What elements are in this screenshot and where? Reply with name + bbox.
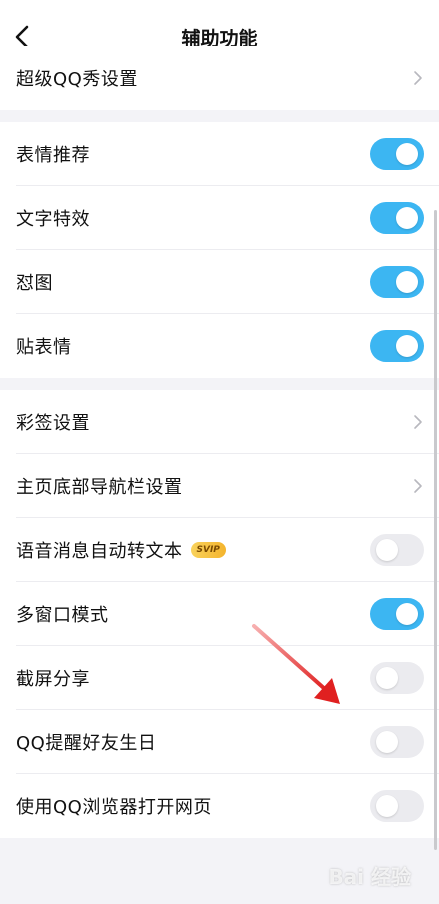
toggle-knob — [396, 603, 418, 625]
toggle-knob — [376, 731, 398, 753]
toggle-knob — [376, 539, 398, 561]
row-label: 怼图 — [16, 273, 53, 294]
multi-window-toggle[interactable] — [370, 598, 424, 630]
row-qq-browser: 使用QQ浏览器打开网页 — [0, 774, 439, 838]
emoji-recommend-toggle[interactable] — [370, 138, 424, 170]
row-color-tag-settings[interactable]: 彩签设置 — [0, 390, 439, 454]
row-label: 文字特效 — [16, 209, 90, 230]
toggle-knob — [376, 795, 398, 817]
duitu-toggle[interactable] — [370, 266, 424, 298]
settings-group-2: 表情推荐 文字特效 怼图 贴表情 — [0, 122, 439, 378]
row-sticker: 贴表情 — [0, 314, 439, 378]
row-label: 使用QQ浏览器打开网页 — [16, 797, 212, 818]
row-screenshot-share: 截屏分享 — [0, 646, 439, 710]
toggle-knob — [376, 667, 398, 689]
chevron-right-icon — [414, 415, 422, 429]
settings-group-1: 超级QQ秀设置 — [0, 46, 439, 110]
toggle-knob — [396, 207, 418, 229]
row-label: 截屏分享 — [16, 669, 90, 690]
row-emoji-recommend: 表情推荐 — [0, 122, 439, 186]
screenshot-share-toggle[interactable] — [370, 662, 424, 694]
text-effects-toggle[interactable] — [370, 202, 424, 234]
sticker-toggle[interactable] — [370, 330, 424, 362]
row-birthday-reminder: QQ提醒好友生日 — [0, 710, 439, 774]
qq-browser-toggle[interactable] — [370, 790, 424, 822]
row-label: 贴表情 — [16, 337, 72, 358]
row-label: QQ提醒好友生日 — [16, 733, 157, 754]
birthday-reminder-toggle[interactable] — [370, 726, 424, 758]
watermark: Bai 经验 — [328, 865, 411, 889]
toggle-knob — [396, 335, 418, 357]
row-super-qq-show[interactable]: 超级QQ秀设置 — [0, 46, 439, 110]
row-label: 语音消息自动转文本 — [16, 541, 183, 562]
row-label: 彩签设置 — [16, 413, 90, 434]
svip-badge: SVIP — [190, 542, 226, 558]
red-arrow-annotation — [252, 624, 340, 704]
row-label: 超级QQ秀设置 — [16, 69, 138, 90]
row-duitu: 怼图 — [0, 250, 439, 314]
scrollbar[interactable] — [434, 210, 437, 850]
toggle-knob — [396, 143, 418, 165]
row-bottom-nav-settings[interactable]: 主页底部导航栏设置 — [0, 454, 439, 518]
chevron-right-icon — [414, 479, 422, 493]
row-label: 多窗口模式 — [16, 605, 109, 626]
chevron-right-icon — [414, 71, 422, 85]
row-multi-window: 多窗口模式 — [0, 582, 439, 646]
row-text-effects: 文字特效 — [0, 186, 439, 250]
row-label: 表情推荐 — [16, 145, 90, 166]
settings-group-3: 彩签设置 主页底部导航栏设置 语音消息自动转文本 SVIP 多窗口模式 截屏分享… — [0, 390, 439, 838]
voice-to-text-toggle[interactable] — [370, 534, 424, 566]
row-voice-to-text: 语音消息自动转文本 SVIP — [0, 518, 439, 582]
row-label: 主页底部导航栏设置 — [16, 477, 183, 498]
toggle-knob — [396, 271, 418, 293]
